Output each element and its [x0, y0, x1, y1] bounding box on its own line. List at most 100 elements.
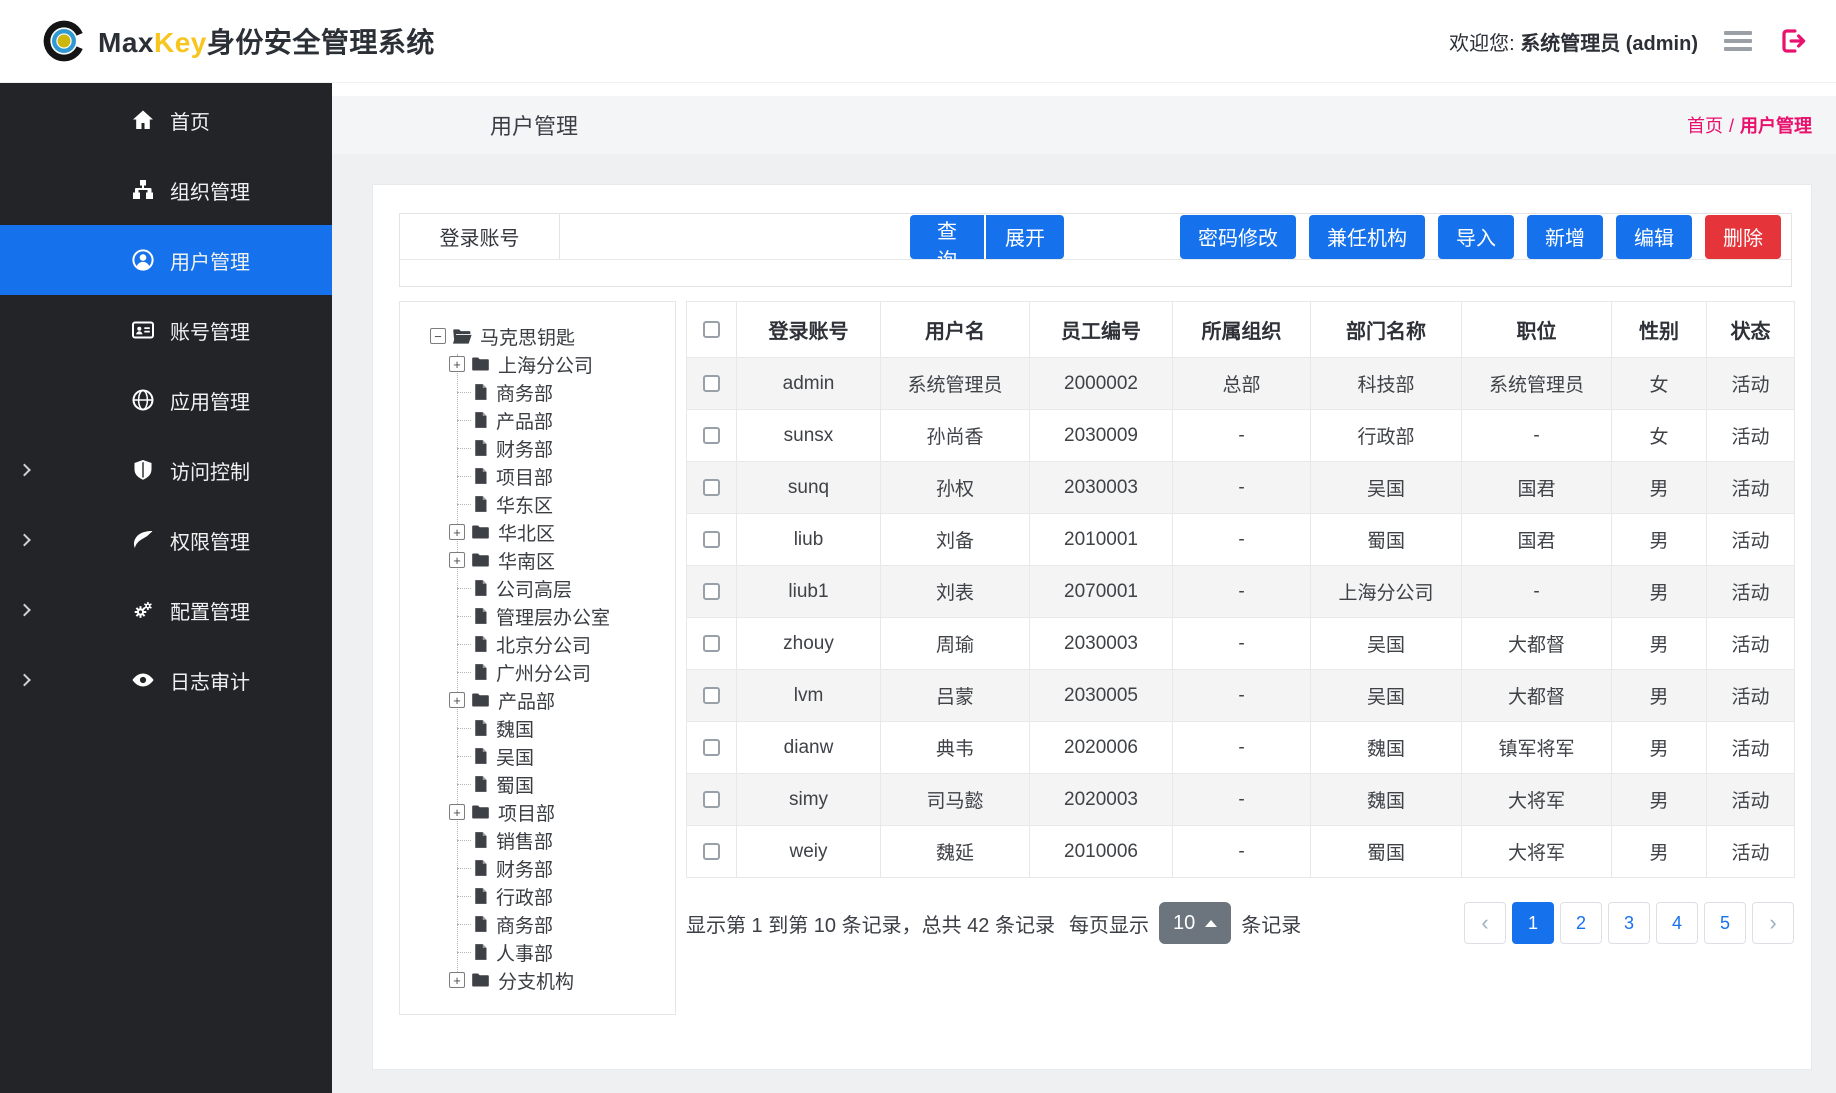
table-row[interactable]: dianw 典韦 2020006 - 魏国 镇军将军 男 活动: [687, 722, 1795, 774]
sidebar-item-org[interactable]: 组织管理: [0, 155, 332, 225]
tree-node[interactable]: 行政部: [400, 882, 675, 910]
tree-node[interactable]: 财务部: [400, 434, 675, 462]
tree-node[interactable]: 华东区: [400, 490, 675, 518]
expand-button[interactable]: 展开: [986, 215, 1064, 259]
login-account-input[interactable]: [560, 215, 910, 259]
tree-node[interactable]: 公司高层: [400, 574, 675, 602]
tree-node-label: 上海分公司: [498, 351, 593, 378]
sidebar-item-permissions[interactable]: 权限管理: [0, 505, 332, 575]
tree-node[interactable]: 项目部: [400, 462, 675, 490]
home-icon: [131, 108, 155, 132]
tree-node-label: 公司高层: [496, 575, 572, 602]
tree-expander-icon[interactable]: [430, 328, 446, 344]
sidebar-item-apps[interactable]: 应用管理: [0, 365, 332, 435]
sidebar-item-audit[interactable]: 日志审计: [0, 645, 332, 715]
page-5-button[interactable]: 5: [1704, 902, 1746, 944]
tree-node[interactable]: 管理层办公室: [400, 602, 675, 630]
tree-node-label: 产品部: [498, 687, 555, 714]
tree-node[interactable]: 吴国: [400, 742, 675, 770]
tree-node[interactable]: 华北区: [400, 518, 675, 546]
cell-position: 国君: [1462, 462, 1612, 514]
table-row[interactable]: admin 系统管理员 2000002 总部 科技部 系统管理员 女 活动: [687, 358, 1795, 410]
breadcrumb-current: 用户管理: [1740, 116, 1812, 136]
cell-employee-no: 2030005: [1030, 670, 1173, 722]
tree-node[interactable]: 商务部: [400, 378, 675, 406]
sidebar-item-config[interactable]: 配置管理: [0, 575, 332, 645]
tree-node[interactable]: 产品部: [400, 406, 675, 434]
welcome-text: 欢迎您: 系统管理员 (admin): [1449, 27, 1698, 56]
row-checkbox[interactable]: [703, 635, 720, 652]
row-checkbox[interactable]: [703, 843, 720, 860]
sidebar-item-accounts[interactable]: 账号管理: [0, 295, 332, 365]
table-row[interactable]: lvm 吕蒙 2030005 - 吴国 大都督 男 活动: [687, 670, 1795, 722]
tree-node[interactable]: 北京分公司: [400, 630, 675, 658]
table-row[interactable]: sunsx 孙尚香 2030009 - 行政部 - 女 活动: [687, 410, 1795, 462]
tree-node[interactable]: 上海分公司: [400, 350, 675, 378]
change-password-button[interactable]: 密码修改: [1180, 215, 1296, 259]
page-prev-button[interactable]: ‹: [1464, 902, 1506, 944]
tree-node[interactable]: 蜀国: [400, 770, 675, 798]
page-4-button[interactable]: 4: [1656, 902, 1698, 944]
tree-expander-icon[interactable]: [449, 972, 465, 988]
page-next-button[interactable]: ›: [1752, 902, 1794, 944]
tree-node-label: 销售部: [496, 827, 553, 854]
select-all-checkbox[interactable]: [703, 321, 720, 338]
delete-button[interactable]: 删除: [1705, 215, 1781, 259]
tree-node[interactable]: 广州分公司: [400, 658, 675, 686]
edit-button[interactable]: 编辑: [1616, 215, 1692, 259]
row-checkbox[interactable]: [703, 687, 720, 704]
tree-node[interactable]: 华南区: [400, 546, 675, 574]
tree-node[interactable]: 人事部: [400, 938, 675, 966]
breadcrumb-home-link[interactable]: 首页: [1687, 116, 1723, 136]
row-checkbox[interactable]: [703, 427, 720, 444]
table-row[interactable]: sunq 孙权 2030003 - 吴国 国君 男 活动: [687, 462, 1795, 514]
tree-node[interactable]: 销售部: [400, 826, 675, 854]
select-all-cell: [687, 302, 737, 358]
tree-node[interactable]: 分支机构: [400, 966, 675, 994]
cell-position: 国君: [1462, 514, 1612, 566]
tree-expander-icon[interactable]: [449, 692, 465, 708]
concurrent-org-button[interactable]: 兼任机构: [1309, 215, 1425, 259]
folder-icon: [471, 804, 490, 820]
tree-node[interactable]: 魏国: [400, 714, 675, 742]
tree-node[interactable]: 产品部: [400, 686, 675, 714]
tree-expander-icon[interactable]: [449, 356, 465, 372]
cell-position: 大将军: [1462, 774, 1612, 826]
row-checkbox[interactable]: [703, 583, 720, 600]
tree-node[interactable]: 马克思钥匙: [400, 322, 675, 350]
row-checkbox[interactable]: [703, 531, 720, 548]
row-checkbox[interactable]: [703, 375, 720, 392]
page-size-dropdown[interactable]: 10: [1159, 902, 1231, 944]
file-icon: [473, 775, 488, 793]
sidebar-item-home[interactable]: 首页: [0, 85, 332, 155]
pagination-summary: 显示第 1 到第 10 条记录，总共 42 条记录 每页显示 10 条记录: [686, 902, 1301, 944]
table-row[interactable]: simy 司马懿 2020003 - 魏国 大将军 男 活动: [687, 774, 1795, 826]
tree-node[interactable]: 商务部: [400, 910, 675, 938]
sidebar-item-access-control[interactable]: 访问控制: [0, 435, 332, 505]
page-1-button[interactable]: 1: [1512, 902, 1554, 944]
row-checkbox[interactable]: [703, 791, 720, 808]
tree-node[interactable]: 项目部: [400, 798, 675, 826]
page-2-button[interactable]: 2: [1560, 902, 1602, 944]
logout-icon[interactable]: [1778, 26, 1808, 56]
cell-organization: -: [1173, 566, 1311, 618]
column-header: 状态: [1707, 302, 1795, 358]
page-3-button[interactable]: 3: [1608, 902, 1650, 944]
menu-toggle-icon[interactable]: [1724, 31, 1752, 51]
table-row[interactable]: weiy 魏延 2010006 - 蜀国 大将军 男 活动: [687, 826, 1795, 878]
sidebar-item-users[interactable]: 用户管理: [0, 225, 332, 295]
tree-expander-icon[interactable]: [449, 524, 465, 540]
row-checkbox[interactable]: [703, 479, 720, 496]
add-button[interactable]: 新增: [1527, 215, 1603, 259]
query-button[interactable]: 查询: [910, 215, 984, 259]
table-row[interactable]: liub 刘备 2010001 - 蜀国 国君 男 活动: [687, 514, 1795, 566]
tree-node[interactable]: 财务部: [400, 854, 675, 882]
import-button[interactable]: 导入: [1438, 215, 1514, 259]
file-icon: [473, 635, 488, 653]
table-row[interactable]: liub1 刘表 2070001 - 上海分公司 - 男 活动: [687, 566, 1795, 618]
tree-expander-icon[interactable]: [449, 804, 465, 820]
row-checkbox[interactable]: [703, 739, 720, 756]
cell-department: 上海分公司: [1311, 566, 1462, 618]
tree-expander-icon[interactable]: [449, 552, 465, 568]
table-row[interactable]: zhouy 周瑜 2030003 - 吴国 大都督 男 活动: [687, 618, 1795, 670]
